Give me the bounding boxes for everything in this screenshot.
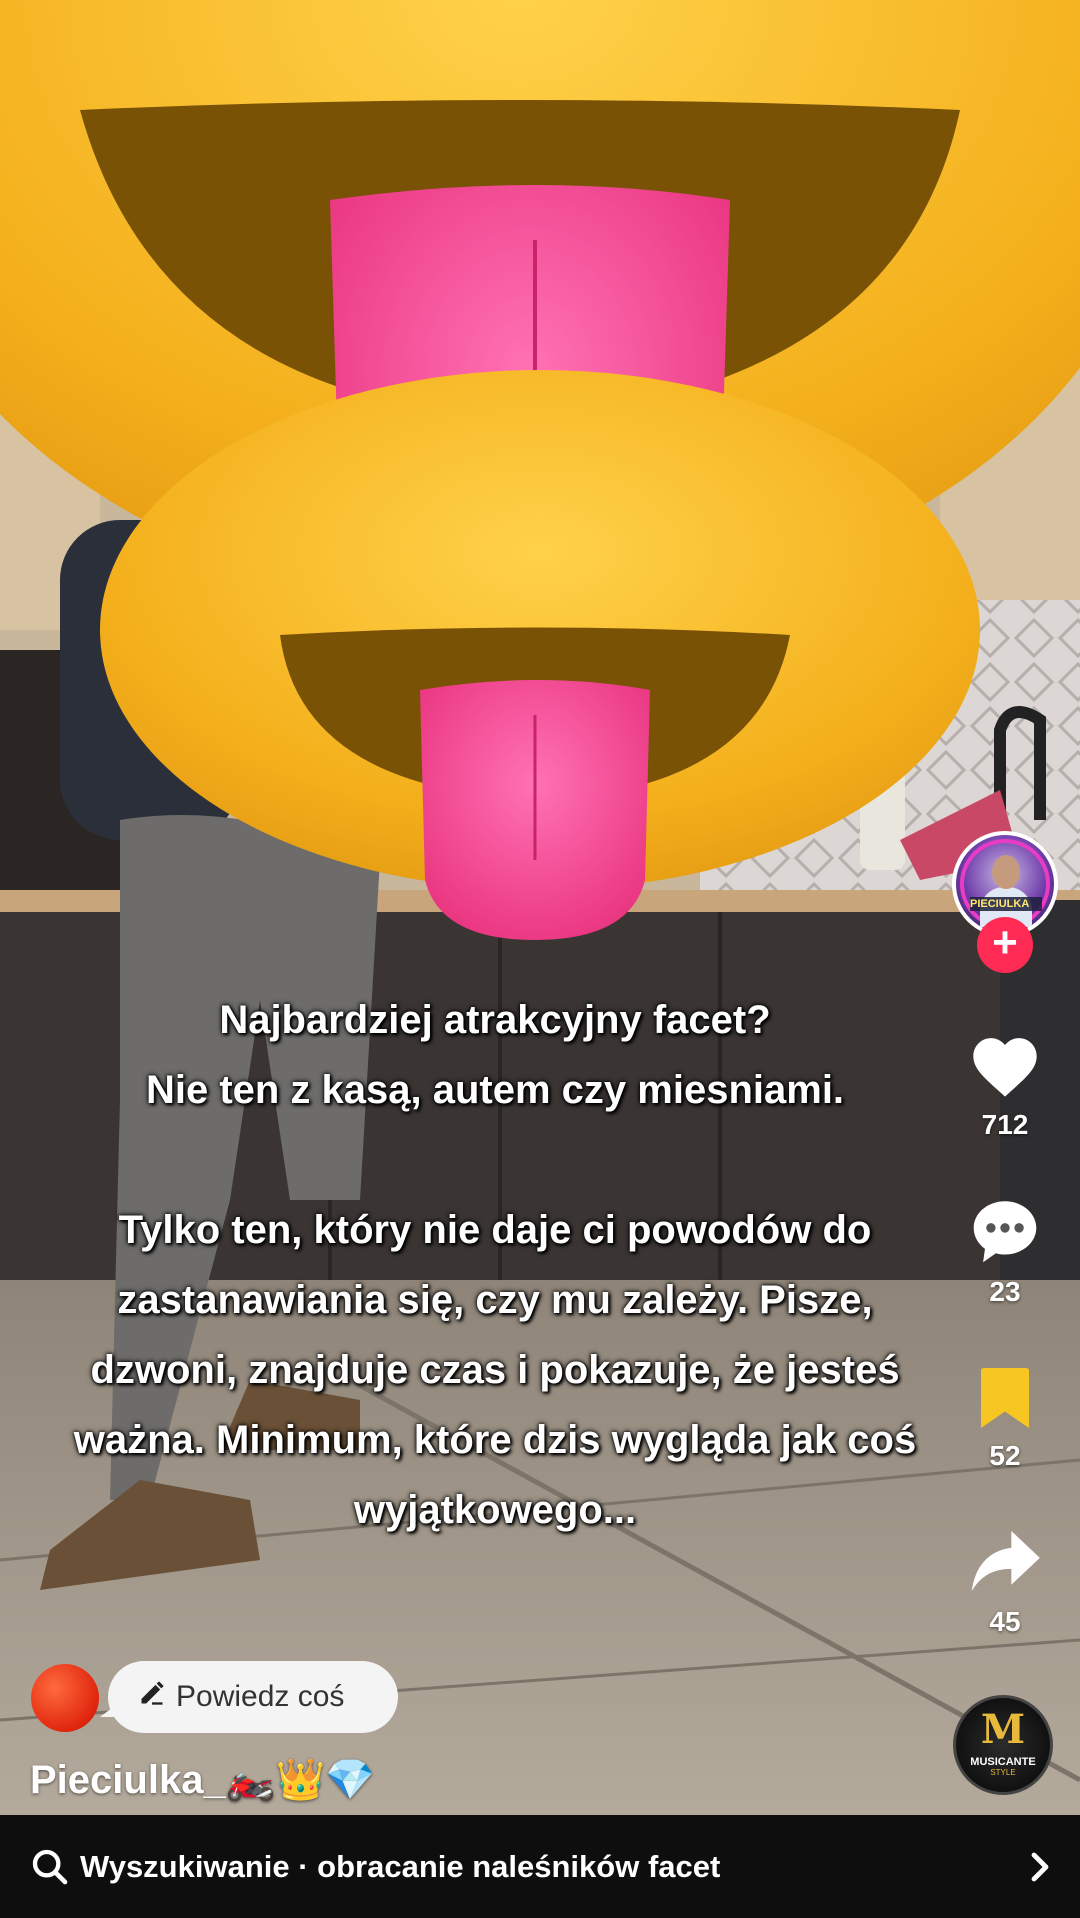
caption-line: Nie ten z kasą, autem czy miesniami. (145, 1068, 845, 1112)
bookmark-icon (981, 1368, 1029, 1428)
pencil-icon (138, 1662, 168, 1734)
heart-icon (973, 1038, 1037, 1097)
creator-username[interactable]: Pieciulka_🏍️👑💎 (30, 1756, 375, 1803)
music-disc[interactable]: M MUSICANTE STYLE (953, 1695, 1053, 1795)
video-caption-overlay: Najbardziej atrakcyjny facet? Nie ten z … (20, 985, 970, 1545)
save-count: 52 (989, 1440, 1021, 1471)
share-button[interactable]: 45 (950, 1525, 1060, 1638)
caption-line: Najbardziej atrakcyjny facet? (219, 998, 771, 1042)
comment-count: 23 (989, 1276, 1021, 1307)
chevron-right-icon (1028, 1851, 1052, 1888)
caption-line: zastanawiania się, czy mu zależy. Pisze, (117, 1278, 873, 1322)
caption-line: ważna. Minimum, które dzis wygląda jak c… (73, 1418, 917, 1462)
search-suggestion-bar[interactable]: Wyszukiwanie · obracanie naleśników face… (0, 1815, 1080, 1918)
follow-button[interactable]: + (977, 917, 1033, 973)
music-disc-sublabel: STYLE (990, 1768, 1016, 1777)
share-icon (971, 1530, 1040, 1592)
comment-button[interactable]: 23 (950, 1195, 1060, 1308)
search-suggestion-text: Wyszukiwanie · obracanie naleśników face… (80, 1849, 721, 1884)
search-icon (30, 1847, 70, 1892)
music-disc-label: MUSICANTE (970, 1756, 1036, 1768)
music-disc-letter: M (980, 1706, 1026, 1753)
save-button[interactable]: 52 (950, 1365, 1060, 1472)
caption-line: dzwoni, znajduje czas i pokazuje, że jes… (90, 1348, 900, 1392)
caption-line: wyjątkowego... (353, 1488, 637, 1532)
comment-icon (973, 1201, 1037, 1263)
comment-input[interactable]: Powiedz coś (100, 1661, 398, 1734)
avatar-name-plate: PIECIULKA (970, 897, 1042, 911)
plus-icon: + (992, 918, 1018, 967)
like-count: 712 (981, 1109, 1029, 1140)
comment-placeholder: Powiedz coś (176, 1680, 345, 1713)
share-count: 45 (989, 1606, 1021, 1637)
viewer-avatar[interactable] (31, 1664, 99, 1732)
like-button[interactable]: 712 (950, 1030, 1060, 1141)
video-player[interactable]: Najbardziej atrakcyjny facet? Nie ten z … (0, 0, 1080, 1815)
caption-line: Tylko ten, który nie daje ci powodów do (118, 1208, 872, 1252)
